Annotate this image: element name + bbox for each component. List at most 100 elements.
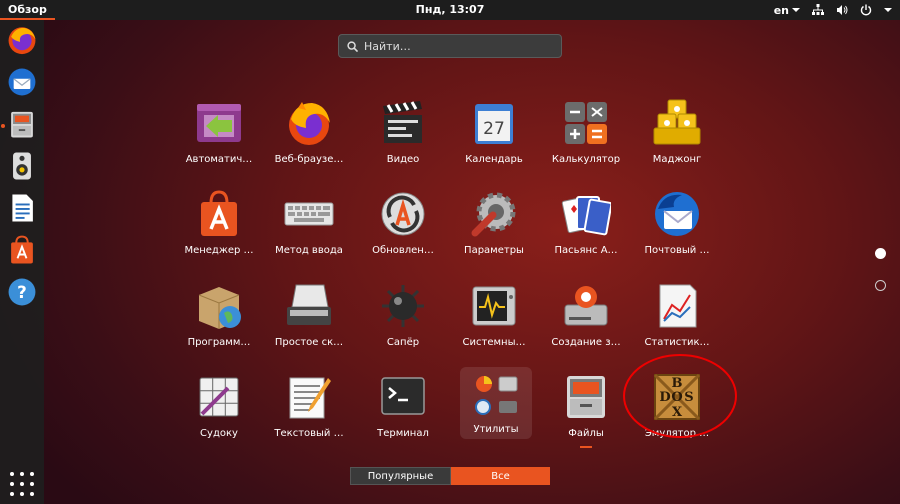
software-bag-icon <box>11 235 33 264</box>
dock-rhythmbox[interactable] <box>6 150 38 182</box>
activities-button[interactable]: Обзор <box>0 0 55 20</box>
view-switcher: Популярные Все <box>350 467 550 485</box>
app-label: Маджонг <box>652 154 702 165</box>
chevron-down-icon <box>792 8 800 12</box>
app-window-green-arrow-icon <box>197 104 241 142</box>
system-tray: en <box>774 0 892 20</box>
app-system-monitor[interactable]: Системны… <box>448 281 540 359</box>
app-label: Простое ск… <box>274 337 344 348</box>
clock: Пнд, 13:07 <box>0 3 900 16</box>
settings-gear-icon <box>471 192 516 237</box>
network-icon[interactable] <box>812 4 824 16</box>
app-input-method[interactable]: Метод ввода <box>263 189 355 267</box>
mahjong-icon <box>653 99 701 145</box>
language-label: en <box>773 3 789 17</box>
app-label: Текстовый … <box>274 428 344 439</box>
statistics-chart-icon <box>659 284 697 328</box>
file-cabinet-icon <box>11 111 33 138</box>
page-indicator-1[interactable] <box>875 248 886 259</box>
app-web-browser[interactable]: Веб-браузе… <box>263 98 355 176</box>
app-updater[interactable]: Обновлен… <box>357 189 449 267</box>
scanner-icon <box>287 284 331 325</box>
app-label: Автоматич… <box>185 154 253 165</box>
search-box[interactable] <box>338 34 562 58</box>
popular-tab[interactable]: Популярные <box>350 467 451 485</box>
app-settings[interactable]: Параметры <box>448 189 540 267</box>
calendar-icon: 27 <box>475 104 513 144</box>
all-tab[interactable]: Все <box>451 467 550 485</box>
software-bag-icon <box>201 190 237 236</box>
power-icon[interactable] <box>860 4 872 16</box>
search-icon <box>347 40 358 52</box>
app-automatic[interactable]: Автоматич… <box>173 98 265 176</box>
app-label: Почтовый … <box>644 245 710 256</box>
usb-disk-icon <box>564 286 608 326</box>
app-label: Веб-браузе… <box>274 154 344 165</box>
app-label: Пасьянс А… <box>554 245 618 256</box>
chevron-down-icon[interactable] <box>884 7 892 13</box>
page-indicator-2[interactable] <box>875 280 886 291</box>
thunderbird-icon <box>655 192 699 236</box>
volume-icon[interactable] <box>836 4 848 16</box>
sudoku-icon <box>199 377 239 417</box>
app-label: Терминал <box>377 428 429 439</box>
app-label: Программ… <box>187 337 251 348</box>
dock-writer[interactable] <box>6 192 38 224</box>
search-input[interactable] <box>364 39 554 53</box>
app-label: Календарь <box>465 154 523 165</box>
app-label: Статистик… <box>644 337 710 348</box>
app-label: Калькулятор <box>551 154 621 165</box>
app-text-editor[interactable]: Текстовый … <box>263 372 355 450</box>
help-glyph: ? <box>17 283 27 302</box>
app-terminal[interactable]: Терминал <box>357 372 449 450</box>
running-indicator <box>580 446 592 448</box>
clock-label[interactable]: Пнд, 13:07 <box>416 3 485 16</box>
app-label: Создание з… <box>551 337 621 348</box>
app-startup-disk[interactable]: Создание з… <box>540 281 632 359</box>
firefox-icon <box>289 102 330 145</box>
app-label: Сапёр <box>386 337 420 348</box>
help-icon: ? <box>8 278 36 306</box>
dock-software[interactable] <box>6 234 38 266</box>
app-simple-scan[interactable]: Простое ск… <box>263 281 355 359</box>
app-sudoku[interactable]: Судоку <box>173 372 265 450</box>
writer-document-icon <box>12 194 33 222</box>
app-calculator[interactable]: Калькулятор <box>540 98 632 176</box>
app-statistics[interactable]: Статистик… <box>631 281 723 359</box>
dock-files[interactable] <box>6 108 38 140</box>
app-label: Утилиты <box>473 424 519 435</box>
app-label: Видео <box>386 154 420 165</box>
clapperboard-icon <box>383 101 422 143</box>
app-software-properties[interactable]: Программ… <box>173 281 265 359</box>
app-software-manager[interactable]: Менеджер … <box>173 189 265 267</box>
firefox-icon <box>8 27 36 55</box>
app-mail[interactable]: Почтовый … <box>631 189 723 267</box>
app-calendar[interactable]: 27 Календарь <box>448 98 540 176</box>
dock: ? <box>0 20 44 504</box>
app-utilities-folder[interactable]: Утилиты <box>460 367 532 439</box>
running-indicator <box>1 124 5 128</box>
terminal-icon <box>381 377 425 415</box>
activities-label: Обзор <box>8 2 47 16</box>
app-mines[interactable]: Сапёр <box>357 281 449 359</box>
speaker-icon <box>13 152 31 180</box>
app-label: Метод ввода <box>275 245 343 256</box>
annotation-circle <box>623 354 737 438</box>
utilities-folder-icon <box>475 376 518 415</box>
app-label: Судоку <box>200 428 238 439</box>
calendar-day: 27 <box>483 119 505 139</box>
app-label: Менеджер … <box>184 245 254 256</box>
show-applications-button[interactable] <box>8 470 36 498</box>
app-files[interactable]: Файлы <box>540 372 632 450</box>
app-mahjong[interactable]: Маджонг <box>631 98 723 176</box>
app-label: Системны… <box>462 337 526 348</box>
thunderbird-icon <box>8 68 36 96</box>
dock-firefox[interactable] <box>6 24 38 56</box>
app-video[interactable]: Видео <box>357 98 449 176</box>
language-indicator[interactable]: en <box>774 4 800 17</box>
app-solitaire[interactable]: Пасьянс А… <box>540 189 632 267</box>
app-label: Параметры <box>464 245 524 256</box>
file-cabinet-icon <box>567 376 605 418</box>
dock-help[interactable]: ? <box>6 276 38 308</box>
dock-thunderbird[interactable] <box>6 66 38 98</box>
